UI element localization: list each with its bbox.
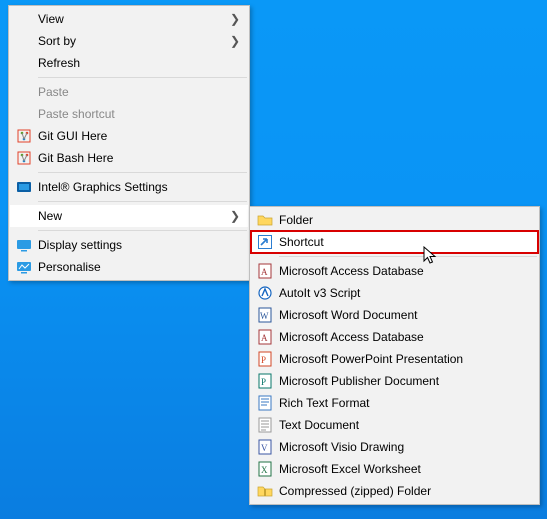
svg-text:X: X <box>261 465 268 475</box>
desktop[interactable]: View ❯ Sort by ❯ Refresh Paste Paste sho… <box>0 0 547 519</box>
menu-item-display-settings[interactable]: Display settings <box>10 234 248 256</box>
personalise-icon <box>10 259 38 275</box>
menu-item-label: Paste <box>38 85 242 99</box>
submenu-item-word[interactable]: W Microsoft Word Document <box>251 304 538 326</box>
submenu-item-publisher[interactable]: P Microsoft Publisher Document <box>251 370 538 392</box>
svg-text:P: P <box>261 355 266 365</box>
menu-item-label: Sort by <box>38 34 230 48</box>
submenu-item-label: Rich Text Format <box>279 396 532 410</box>
submenu-item-shortcut[interactable]: Shortcut <box>251 231 538 253</box>
zip-folder-icon <box>251 483 279 499</box>
submenu-item-label: Compressed (zipped) Folder <box>279 484 532 498</box>
submenu-item-label: Microsoft Access Database <box>279 330 532 344</box>
submenu-item-text[interactable]: Text Document <box>251 414 538 436</box>
submenu-item-label: AutoIt v3 Script <box>279 286 532 300</box>
menu-item-label: Intel® Graphics Settings <box>38 180 242 194</box>
submenu-item-visio[interactable]: V Microsoft Visio Drawing <box>251 436 538 458</box>
svg-text:A: A <box>261 267 268 277</box>
submenu-item-rtf[interactable]: Rich Text Format <box>251 392 538 414</box>
menu-item-label: View <box>38 12 230 26</box>
menu-item-refresh[interactable]: Refresh <box>10 52 248 74</box>
svg-text:A: A <box>261 333 268 343</box>
chevron-right-icon: ❯ <box>230 209 242 223</box>
menu-item-label: Git GUI Here <box>38 129 242 143</box>
submenu-item-label: Microsoft Visio Drawing <box>279 440 532 454</box>
menu-item-label: Display settings <box>38 238 242 252</box>
submenu-item-autoit[interactable]: AutoIt v3 Script <box>251 282 538 304</box>
menu-item-label: Paste shortcut <box>38 107 242 121</box>
access-icon: A <box>251 263 279 279</box>
word-icon: W <box>251 307 279 323</box>
submenu-item-label: Microsoft Excel Worksheet <box>279 462 532 476</box>
submenu-item-powerpoint[interactable]: P Microsoft PowerPoint Presentation <box>251 348 538 370</box>
folder-icon <box>251 212 279 228</box>
submenu-item-label: Folder <box>279 213 532 227</box>
git-gui-icon <box>10 128 38 144</box>
rtf-icon <box>251 395 279 411</box>
submenu-item-access-db[interactable]: A Microsoft Access Database <box>251 260 538 282</box>
menu-item-personalise[interactable]: Personalise <box>10 256 248 278</box>
submenu-item-label: Shortcut <box>279 235 532 249</box>
menu-item-view[interactable]: View ❯ <box>10 8 248 30</box>
chevron-right-icon: ❯ <box>230 34 242 48</box>
excel-icon: X <box>251 461 279 477</box>
menu-item-new[interactable]: New ❯ <box>10 205 248 227</box>
submenu-item-label: Microsoft PowerPoint Presentation <box>279 352 532 366</box>
visio-icon: V <box>251 439 279 455</box>
submenu-new: Folder Shortcut A Microsoft Access Datab… <box>249 206 540 505</box>
text-icon <box>251 417 279 433</box>
powerpoint-icon: P <box>251 351 279 367</box>
menu-item-paste: Paste <box>10 81 248 103</box>
chevron-right-icon: ❯ <box>230 12 242 26</box>
menu-item-git-gui[interactable]: Git GUI Here <box>10 125 248 147</box>
separator <box>38 77 247 78</box>
context-menu: View ❯ Sort by ❯ Refresh Paste Paste sho… <box>8 5 250 281</box>
menu-item-label: Git Bash Here <box>38 151 242 165</box>
menu-item-git-bash[interactable]: Git Bash Here <box>10 147 248 169</box>
menu-item-sort-by[interactable]: Sort by ❯ <box>10 30 248 52</box>
separator <box>38 230 247 231</box>
shortcut-icon <box>251 234 279 250</box>
menu-item-label: New <box>38 209 230 223</box>
submenu-item-label: Microsoft Word Document <box>279 308 532 322</box>
display-settings-icon <box>10 237 38 253</box>
autoit-icon <box>251 285 279 301</box>
separator <box>38 201 247 202</box>
submenu-item-excel[interactable]: X Microsoft Excel Worksheet <box>251 458 538 480</box>
submenu-item-label: Microsoft Access Database <box>279 264 532 278</box>
svg-text:W: W <box>260 311 269 321</box>
submenu-item-label: Text Document <box>279 418 532 432</box>
intel-graphics-icon <box>10 179 38 195</box>
publisher-icon: P <box>251 373 279 389</box>
submenu-item-zip[interactable]: Compressed (zipped) Folder <box>251 480 538 502</box>
separator <box>38 172 247 173</box>
svg-text:P: P <box>261 377 266 387</box>
submenu-item-label: Microsoft Publisher Document <box>279 374 532 388</box>
git-bash-icon <box>10 150 38 166</box>
separator <box>279 256 537 257</box>
menu-item-label: Personalise <box>38 260 242 274</box>
submenu-item-access-db-2[interactable]: A Microsoft Access Database <box>251 326 538 348</box>
submenu-item-folder[interactable]: Folder <box>251 209 538 231</box>
menu-item-intel-graphics[interactable]: Intel® Graphics Settings <box>10 176 248 198</box>
svg-text:V: V <box>261 443 268 453</box>
menu-item-paste-shortcut: Paste shortcut <box>10 103 248 125</box>
access-icon: A <box>251 329 279 345</box>
menu-item-label: Refresh <box>38 56 242 70</box>
